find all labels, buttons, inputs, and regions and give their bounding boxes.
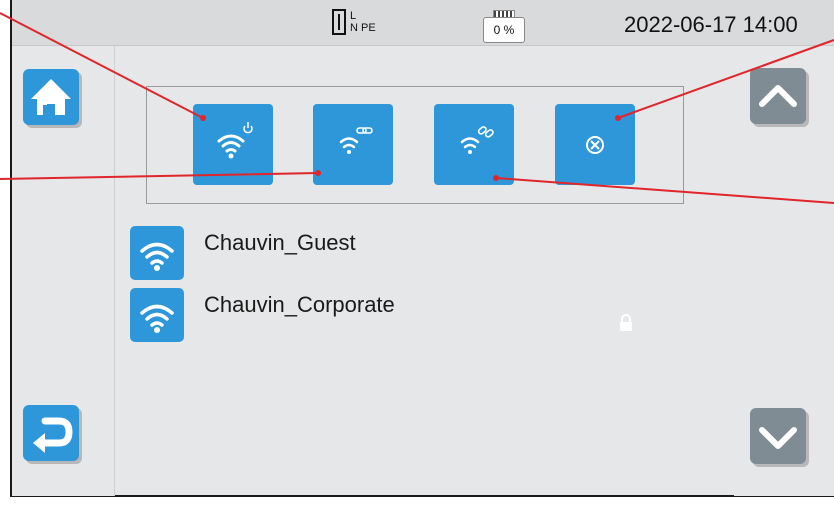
callout-line xyxy=(0,172,319,180)
callout-dot xyxy=(315,170,321,176)
callout-dot xyxy=(200,115,206,121)
callout-dot xyxy=(493,175,499,181)
callout-dot xyxy=(615,115,621,121)
callout-lines xyxy=(0,12,834,204)
callout-line xyxy=(495,177,834,204)
callout-line xyxy=(617,39,834,119)
callout-line xyxy=(0,12,204,119)
